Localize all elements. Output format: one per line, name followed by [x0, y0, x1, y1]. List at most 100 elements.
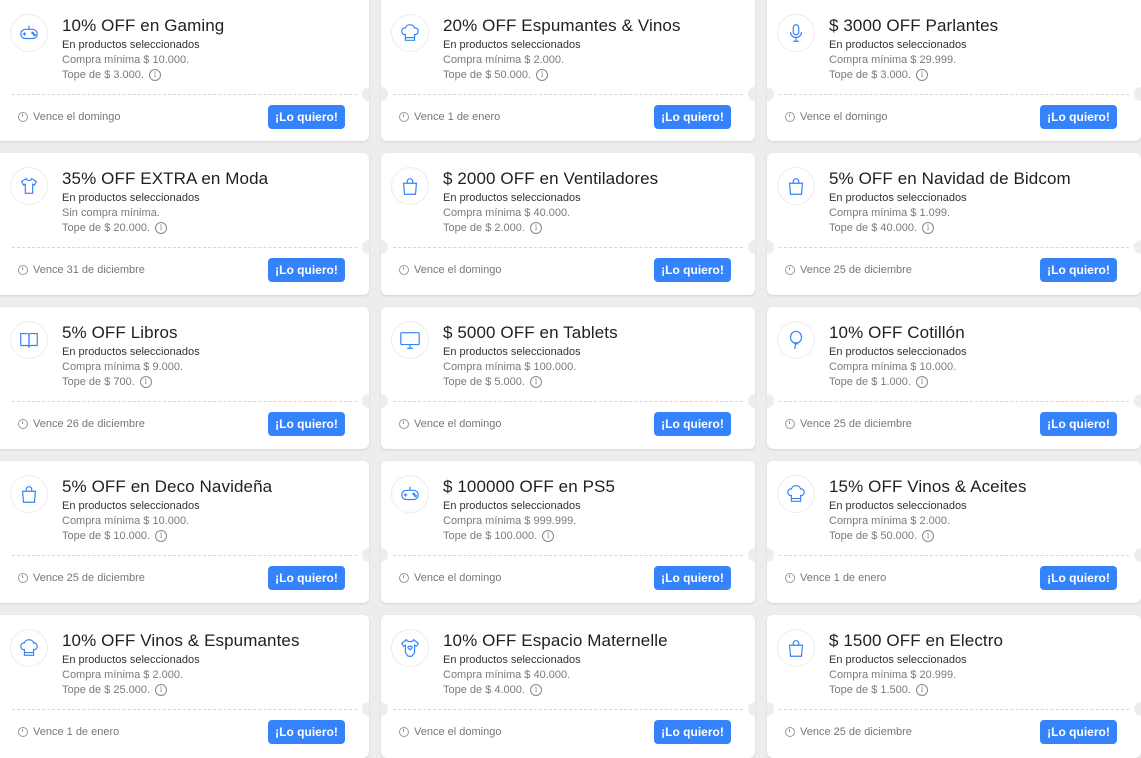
coupon-cap-row: Tope de $ 40.000. i	[829, 222, 935, 234]
coupon-divider	[12, 94, 357, 95]
monitor-icon	[391, 321, 429, 359]
coupon-title: 20% OFF Espumantes & Vinos	[443, 16, 681, 35]
coupon-card: 35% OFF EXTRA en Moda En productos selec…	[0, 153, 369, 295]
coupon-notch-left	[767, 394, 774, 408]
claim-coupon-button[interactable]: ¡Lo quiero!	[268, 720, 345, 744]
coupon-notch-right	[362, 548, 369, 562]
gamepad-icon	[10, 14, 48, 52]
coupon-notch-left	[381, 702, 388, 716]
info-icon[interactable]: i	[139, 376, 152, 388]
coupon-expiry: Vence 1 de enero	[33, 726, 120, 738]
coupon-notch-right	[1134, 240, 1141, 254]
coupon-notch-right	[1134, 548, 1141, 562]
coupon-subtitle: En productos seleccionados	[62, 346, 200, 358]
coupon-expiry-row: Vence el domingo	[18, 111, 120, 123]
coupon-card: 5% OFF en Navidad de Bidcom En productos…	[767, 153, 1141, 295]
clock-icon	[399, 265, 409, 275]
coupon-card: 10% OFF Vinos & Espumantes En productos …	[0, 615, 369, 758]
info-icon[interactable]: i	[915, 69, 928, 81]
coupon-card: 20% OFF Espumantes & Vinos En productos …	[381, 0, 755, 141]
coupon-expiry-row: Vence 26 de diciembre	[18, 418, 145, 430]
coupon-expiry: Vence 31 de diciembre	[33, 264, 145, 276]
clock-icon	[18, 112, 28, 122]
claim-coupon-button[interactable]: ¡Lo quiero!	[1040, 105, 1117, 129]
coupon-expiry-row: Vence 25 de diciembre	[785, 418, 912, 430]
info-icon[interactable]: i	[529, 684, 542, 696]
coupon-cap: Tope de $ 1.000.	[829, 376, 911, 388]
chef-hat-icon	[777, 475, 815, 513]
claim-coupon-button[interactable]: ¡Lo quiero!	[268, 566, 345, 590]
claim-coupon-button[interactable]: ¡Lo quiero!	[654, 412, 731, 436]
coupon-cap-row: Tope de $ 5.000. i	[443, 376, 542, 388]
coupon-divider	[779, 401, 1129, 402]
coupon-title: $ 1500 OFF en Electro	[829, 631, 1004, 650]
claim-coupon-button[interactable]: ¡Lo quiero!	[268, 412, 345, 436]
coupon-minimum: Compra mínima $ 40.000.	[443, 669, 571, 681]
clock-icon	[399, 727, 409, 737]
microphone-icon	[777, 14, 815, 52]
coupon-divider	[393, 401, 743, 402]
claim-coupon-button[interactable]: ¡Lo quiero!	[268, 105, 345, 129]
coupon-cap-row: Tope de $ 700. i	[62, 376, 152, 388]
coupon-divider	[779, 247, 1129, 248]
coupon-minimum: Compra mínima $ 10.000.	[829, 361, 957, 373]
coupon-expiry: Vence el domingo	[800, 111, 888, 123]
coupon-subtitle: En productos seleccionados	[829, 192, 967, 204]
coupon-cap: Tope de $ 100.000.	[443, 530, 538, 542]
claim-coupon-button[interactable]: ¡Lo quiero!	[1040, 566, 1117, 590]
claim-coupon-button[interactable]: ¡Lo quiero!	[1040, 258, 1117, 282]
coupon-notch-right	[748, 548, 755, 562]
info-icon[interactable]: i	[922, 530, 935, 542]
info-icon[interactable]: i	[148, 69, 161, 81]
claim-coupon-button[interactable]: ¡Lo quiero!	[268, 258, 345, 282]
clock-icon	[785, 419, 795, 429]
info-icon[interactable]: i	[922, 222, 935, 234]
coupon-title: $ 3000 OFF Parlantes	[829, 16, 999, 35]
info-icon[interactable]: i	[155, 222, 168, 234]
coupon-notch-left	[767, 702, 774, 716]
coupon-notch-right	[362, 394, 369, 408]
coupon-expiry-row: Vence el domingo	[399, 418, 501, 430]
claim-coupon-button[interactable]: ¡Lo quiero!	[654, 258, 731, 282]
coupon-card: 5% OFF Libros En productos seleccionados…	[0, 307, 369, 449]
info-icon[interactable]: i	[536, 69, 549, 81]
coupon-subtitle: En productos seleccionados	[829, 654, 967, 666]
coupon-minimum: Compra mínima $ 999.999.	[443, 515, 577, 527]
clock-icon	[399, 112, 409, 122]
coupon-cap: Tope de $ 3.000.	[62, 69, 144, 81]
coupon-divider	[12, 247, 357, 248]
coupon-expiry: Vence 25 de diciembre	[800, 418, 912, 430]
claim-coupon-button[interactable]: ¡Lo quiero!	[1040, 412, 1117, 436]
coupon-title: $ 5000 OFF en Tablets	[443, 323, 618, 342]
info-icon[interactable]: i	[155, 684, 168, 696]
coupon-divider	[393, 555, 743, 556]
shopping-bag-icon	[777, 629, 815, 667]
info-icon[interactable]: i	[529, 222, 542, 234]
claim-coupon-button[interactable]: ¡Lo quiero!	[654, 105, 731, 129]
info-icon[interactable]: i	[542, 530, 555, 542]
info-icon[interactable]: i	[915, 376, 928, 388]
coupon-card: 5% OFF en Deco Navideña En productos sel…	[0, 461, 369, 603]
coupon-cap: Tope de $ 25.000.	[62, 684, 151, 696]
claim-coupon-button[interactable]: ¡Lo quiero!	[654, 566, 731, 590]
coupon-notch-right	[362, 240, 369, 254]
coupon-card: 10% OFF Espacio Maternelle En productos …	[381, 615, 755, 758]
info-icon[interactable]: i	[155, 530, 168, 542]
claim-coupon-button[interactable]: ¡Lo quiero!	[654, 720, 731, 744]
coupon-expiry: Vence 25 de diciembre	[33, 572, 145, 584]
coupon-minimum: Compra mínima $ 10.000.	[62, 54, 190, 66]
coupon-expiry: Vence 25 de diciembre	[800, 726, 912, 738]
coupon-expiry: Vence 1 de enero	[800, 572, 887, 584]
coupon-minimum: Sin compra mínima.	[62, 207, 160, 219]
claim-coupon-button[interactable]: ¡Lo quiero!	[1040, 720, 1117, 744]
info-icon[interactable]: i	[529, 376, 542, 388]
clock-icon	[785, 727, 795, 737]
coupon-expiry: Vence el domingo	[414, 572, 502, 584]
coupon-cap-row: Tope de $ 4.000. i	[443, 684, 542, 696]
info-icon[interactable]: i	[915, 684, 928, 696]
coupon-cap-row: Tope de $ 50.000. i	[829, 530, 935, 542]
coupon-cap: Tope de $ 50.000.	[829, 530, 918, 542]
coupon-notch-right	[1134, 394, 1141, 408]
coupon-notch-right	[748, 87, 755, 101]
coupon-expiry-row: Vence 1 de enero	[18, 726, 119, 738]
